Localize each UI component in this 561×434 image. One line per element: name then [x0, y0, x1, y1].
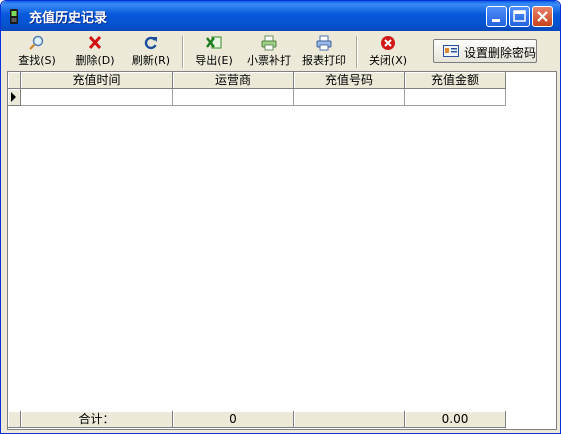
row-pointer-icon — [11, 92, 16, 102]
cell-operator[interactable] — [173, 89, 294, 106]
report-print-label: 报表打印 — [302, 54, 346, 67]
excel-export-icon — [206, 36, 222, 49]
column-header-recharge-amount[interactable]: 充值金额 — [405, 72, 506, 89]
id-card-icon — [443, 45, 459, 57]
close-window-button[interactable] — [532, 6, 553, 27]
close-button[interactable]: 关闭(X) — [363, 34, 413, 70]
column-header-recharge-number[interactable]: 充值号码 — [294, 72, 405, 89]
toolbar-separator — [182, 36, 184, 68]
report-printer-icon — [316, 35, 332, 51]
export-label: 导出(E) — [195, 54, 233, 67]
close-x-icon — [537, 11, 548, 22]
header-corner — [8, 72, 21, 89]
footer-amount-total: 0.00 — [405, 411, 506, 428]
toolbar-separator — [356, 36, 358, 68]
cell-recharge-number[interactable] — [294, 89, 405, 106]
phone-icon — [10, 9, 18, 24]
search-button[interactable]: 查找(S) — [13, 34, 61, 70]
close-circle-icon — [381, 36, 395, 50]
minimize-button[interactable] — [486, 6, 507, 27]
refresh-label: 刷新(R) — [131, 54, 171, 67]
receipt-printer-icon — [261, 35, 277, 51]
delete-label: 删除(D) — [75, 54, 115, 67]
footer-total-label: 合计： — [21, 411, 173, 428]
refresh-button[interactable]: 刷新(R) — [127, 34, 175, 70]
footer-count: 0 — [173, 411, 294, 428]
column-header-recharge-time[interactable]: 充值时间 — [21, 72, 173, 89]
maximize-icon — [513, 10, 526, 22]
cell-recharge-time[interactable] — [21, 89, 173, 106]
minimize-icon — [492, 19, 500, 22]
toolbar: 查找(S) 删除(D) 刷新(R) 导出(E) 小票补打 报表打印 关闭(X) … — [7, 34, 556, 71]
reprint-receipt-label: 小票补打 — [247, 54, 291, 67]
search-label: 查找(S) — [18, 54, 56, 67]
recharge-history-grid[interactable]: 充值时间 运营商 充值号码 充值金额 合计： 0 0.00 — [7, 71, 557, 430]
delete-icon — [88, 35, 102, 50]
current-row-indicator — [8, 89, 21, 106]
close-label: 关闭(X) — [368, 54, 408, 67]
export-button[interactable]: 导出(E) — [191, 34, 237, 70]
window-title: 充值历史记录 — [29, 11, 108, 26]
maximize-button[interactable] — [509, 6, 530, 27]
column-header-operator[interactable]: 运营商 — [173, 72, 294, 89]
footer-corner — [8, 411, 21, 428]
footer-number-total — [294, 411, 405, 428]
set-delete-password-label: 设置删除密码 — [464, 46, 537, 60]
search-icon — [29, 35, 44, 50]
reprint-receipt-button[interactable]: 小票补打 — [244, 34, 294, 70]
title-bar[interactable]: 充值历史记录 — [1, 1, 560, 31]
recharge-history-window: 充值历史记录 查找(S) 删除(D) 刷新(R) 导出(E) 小票补打 报表打印… — [0, 0, 561, 434]
delete-button[interactable]: 删除(D) — [71, 34, 119, 70]
cell-recharge-amount[interactable] — [405, 89, 506, 106]
set-delete-password-button[interactable]: 设置删除密码 — [433, 39, 537, 63]
refresh-icon — [144, 36, 157, 50]
report-print-button[interactable]: 报表打印 — [299, 34, 349, 70]
